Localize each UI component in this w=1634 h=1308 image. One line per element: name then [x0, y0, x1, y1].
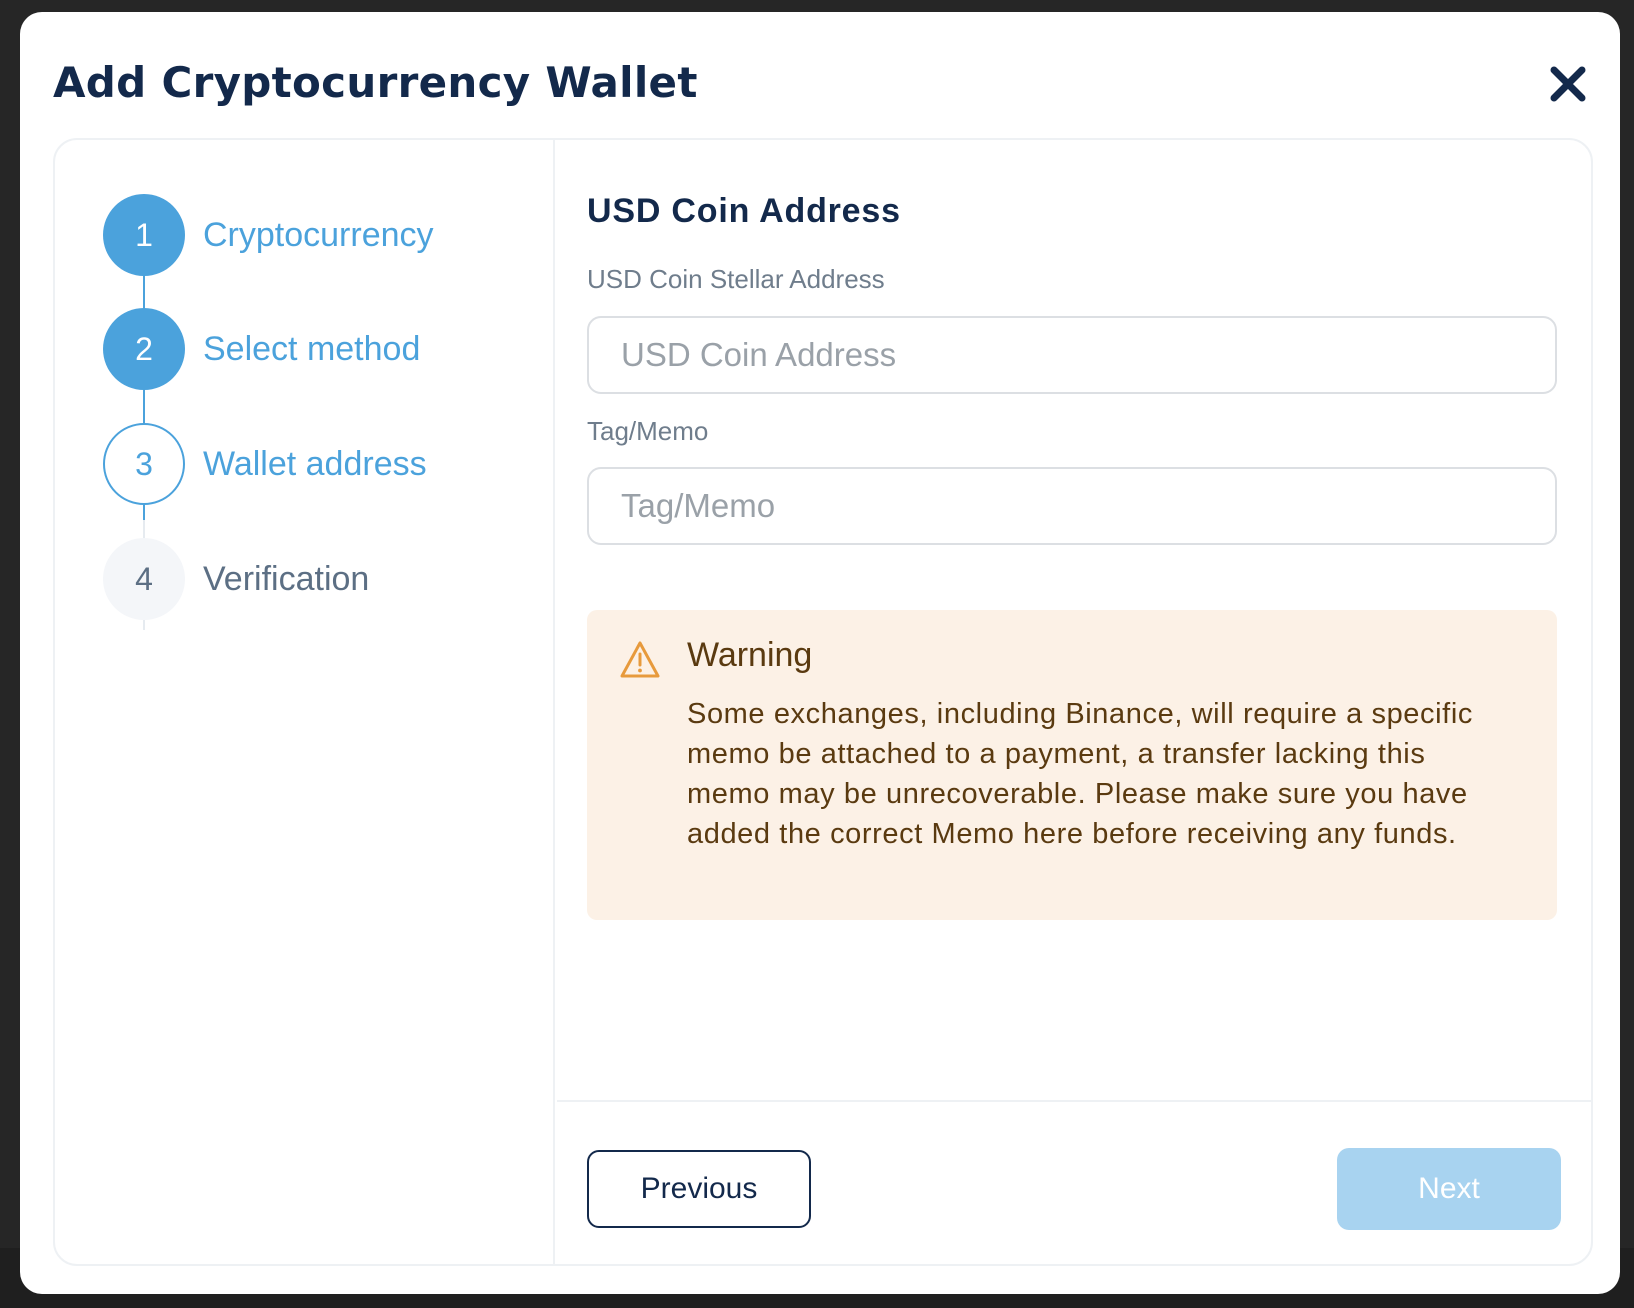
wizard-panel: 1 Cryptocurrency 2 Select method 3 Walle…	[53, 138, 1593, 1266]
step-label: Cryptocurrency	[203, 215, 434, 254]
step-wallet-address[interactable]: 3 Wallet address	[103, 423, 427, 505]
stepper: 1 Cryptocurrency 2 Select method 3 Walle…	[55, 140, 555, 1264]
step-verification: 4 Verification	[103, 538, 369, 620]
address-label: USD Coin Stellar Address	[587, 264, 885, 294]
warning-title: Warning	[687, 636, 813, 674]
step-label: Verification	[203, 559, 370, 598]
step-number: 2	[103, 308, 185, 390]
warning-triangle-icon	[620, 641, 660, 678]
step-select-method[interactable]: 2 Select method	[103, 308, 420, 390]
footer-divider	[557, 1100, 1591, 1102]
memo-label: Tag/Memo	[587, 416, 709, 446]
section-title: USD Coin Address	[587, 192, 901, 230]
warning-box: Warning Some exchanges, including Binanc…	[587, 610, 1557, 920]
step-cryptocurrency[interactable]: 1 Cryptocurrency	[103, 194, 434, 276]
step-number: 4	[103, 538, 185, 620]
address-form: USD Coin Address USD Coin Stellar Addres…	[557, 140, 1591, 1264]
previous-button[interactable]: Previous	[587, 1150, 811, 1228]
step-number: 3	[103, 423, 185, 505]
next-button[interactable]: Next	[1337, 1148, 1561, 1230]
step-label: Wallet address	[203, 444, 427, 483]
step-label: Select method	[203, 329, 421, 368]
step-number: 1	[103, 194, 185, 276]
modal-title: Add Cryptocurrency Wallet	[53, 58, 698, 107]
address-input[interactable]	[587, 316, 1557, 394]
warning-text: Some exchanges, including Binance, will …	[687, 698, 1473, 850]
add-wallet-modal: Add Cryptocurrency Wallet 1 Cryptocurren…	[20, 12, 1620, 1294]
close-button[interactable]	[1546, 62, 1590, 106]
close-icon	[1550, 66, 1586, 102]
memo-input[interactable]	[587, 467, 1557, 545]
